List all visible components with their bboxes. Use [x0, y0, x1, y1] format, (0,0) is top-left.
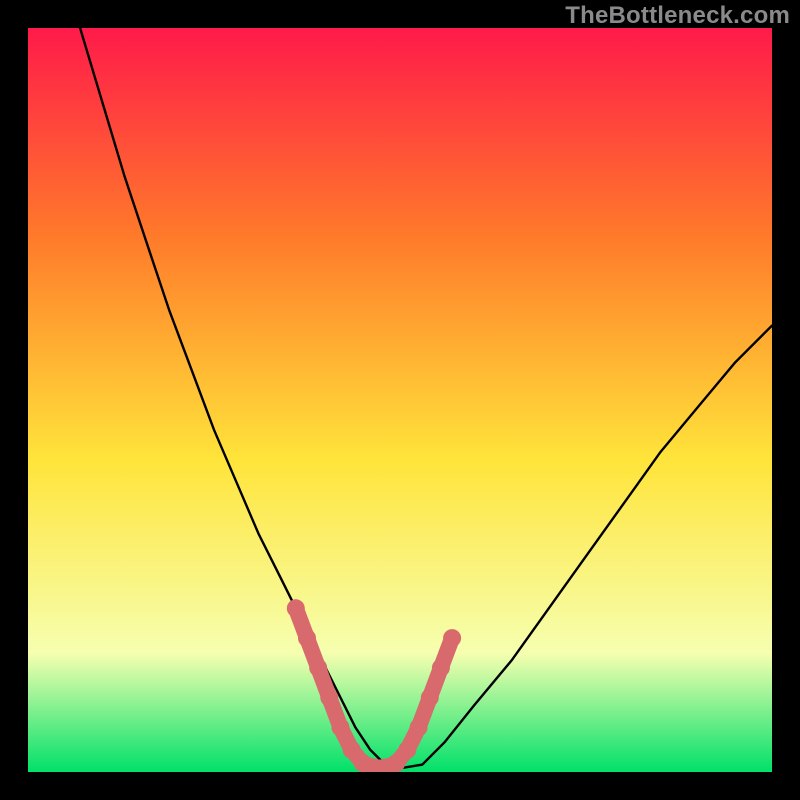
chart-frame: TheBottleneck.com: [0, 0, 800, 800]
valley-marker-dot: [287, 599, 305, 617]
valley-marker-dot: [421, 689, 439, 707]
plot-area: [28, 28, 772, 772]
chart-svg: [28, 28, 772, 772]
valley-marker-dot: [309, 659, 327, 677]
gradient-background: [28, 28, 772, 772]
valley-marker-dot: [432, 659, 450, 677]
valley-marker-dot: [443, 629, 461, 647]
watermark-text: TheBottleneck.com: [565, 2, 790, 30]
valley-marker-dot: [332, 718, 350, 736]
valley-marker-dot: [320, 689, 338, 707]
valley-marker-dot: [398, 741, 416, 759]
valley-marker-dot: [298, 629, 316, 647]
valley-marker-dot: [410, 718, 428, 736]
